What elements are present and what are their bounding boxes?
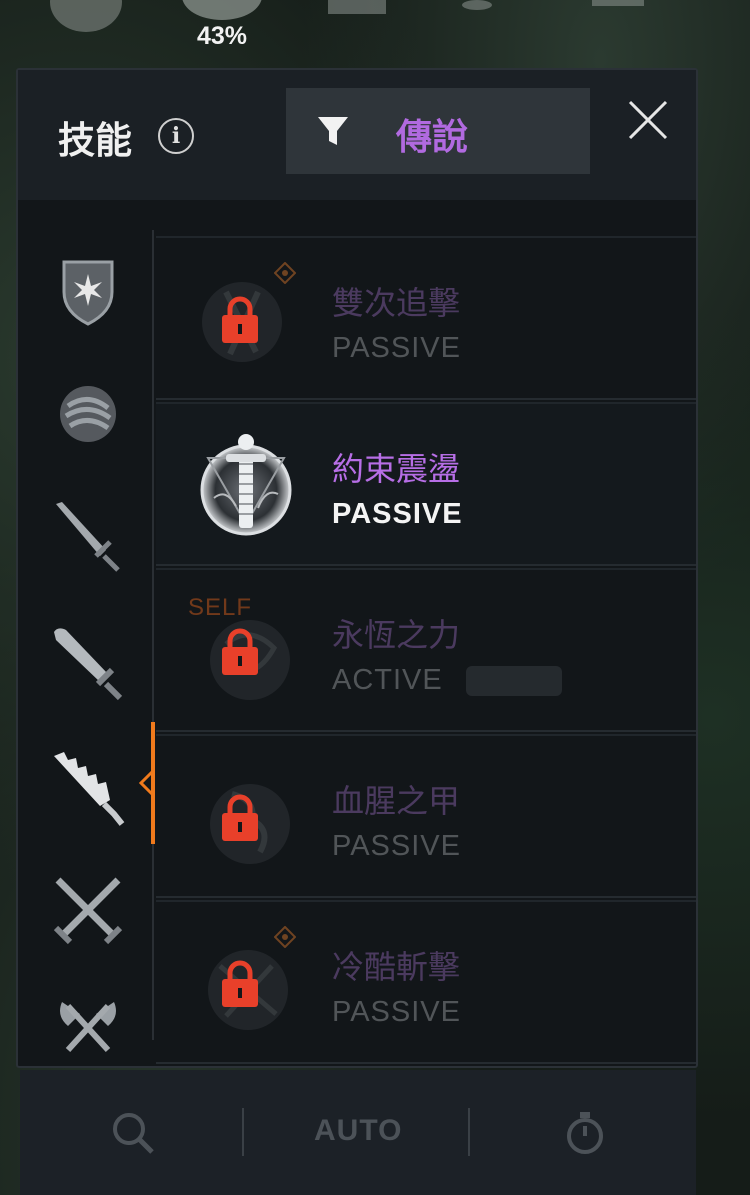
skill-name: 血腥之甲 [332, 782, 461, 820]
hud-menu-icon[interactable] [592, 0, 644, 6]
legendary-badge-icon [274, 926, 296, 948]
close-icon[interactable] [626, 98, 670, 142]
legendary-badge-icon [274, 262, 296, 284]
sidebar-divider [152, 230, 154, 1040]
fist-icon [60, 386, 116, 442]
sword-orb-skill-icon [200, 434, 292, 536]
filter-dropdown[interactable]: 傳說 [286, 88, 590, 174]
dual-axes-category[interactable] [48, 982, 128, 1062]
hud-slot-icon[interactable] [50, 0, 122, 32]
stopwatch-icon[interactable] [564, 1110, 606, 1156]
greatsword-category[interactable] [48, 622, 128, 702]
hud-bag-icon[interactable] [462, 0, 492, 10]
skill-name: 冷酷斬擊 [332, 948, 461, 986]
skill-row[interactable]: 冷酷斬擊 PASSIVE [156, 900, 696, 1064]
dual-swords-category[interactable] [48, 870, 128, 950]
filter-icon [318, 117, 348, 145]
skill-row[interactable]: 血腥之甲 PASSIVE [156, 734, 696, 898]
shield-icon [62, 260, 114, 326]
top-hud: 43% [0, 0, 750, 60]
skill-name: 約束震盪 [332, 450, 461, 488]
lock-icon [222, 296, 258, 343]
skill-type: PASSIVE [332, 996, 461, 1028]
lock-icon [222, 960, 258, 1007]
skill-name: 永恆之力 [332, 616, 461, 654]
auto-button[interactable]: AUTO [314, 1114, 402, 1148]
gauntlet-category[interactable] [48, 372, 128, 452]
filter-label: 傳說 [396, 117, 469, 158]
sword-icon [56, 502, 120, 572]
cooldown-badge [466, 666, 562, 696]
crossed-swords-icon [53, 877, 123, 945]
shield-category[interactable] [48, 250, 128, 330]
skill-type: ACTIVE [332, 664, 443, 696]
sword-category[interactable] [48, 496, 128, 576]
active-category-arrow-icon [138, 770, 154, 796]
hud-progress-ring-icon[interactable] [182, 0, 262, 20]
search-icon[interactable] [110, 1110, 156, 1156]
lock-icon [222, 628, 258, 675]
skill-row[interactable]: SELF 永恆之力 ACTIVE [156, 568, 696, 732]
greatsword-icon [54, 628, 123, 701]
skill-name: 雙次追擊 [332, 284, 461, 322]
skill-type: PASSIVE [332, 498, 463, 530]
hud-map-icon[interactable] [328, 0, 386, 14]
skill-row[interactable]: 雙次追擊 PASSIVE [156, 236, 696, 400]
serrated-blade-category[interactable] [48, 748, 128, 828]
skill-type: PASSIVE [332, 830, 461, 862]
skill-type: PASSIVE [332, 332, 461, 364]
bottom-divider [242, 1108, 244, 1156]
hud-progress-text: 43% [196, 22, 248, 50]
panel-title: 技能 [58, 119, 132, 162]
crossed-axes-icon [60, 1002, 116, 1053]
lock-icon [222, 794, 258, 841]
skill-row-selected[interactable]: 約束震盪 PASSIVE [156, 402, 696, 566]
serrated-blade-icon [54, 752, 125, 826]
bottom-action-bar: AUTO [20, 1070, 696, 1195]
info-icon[interactable]: i [158, 118, 194, 154]
panel-header: 技能 i 傳說 [18, 70, 696, 200]
bottom-divider [468, 1108, 470, 1156]
skills-panel: 技能 i 傳說 雙次追擊 PASSIVE 約束震盪 PASSIVE SELF 永… [16, 68, 698, 1068]
